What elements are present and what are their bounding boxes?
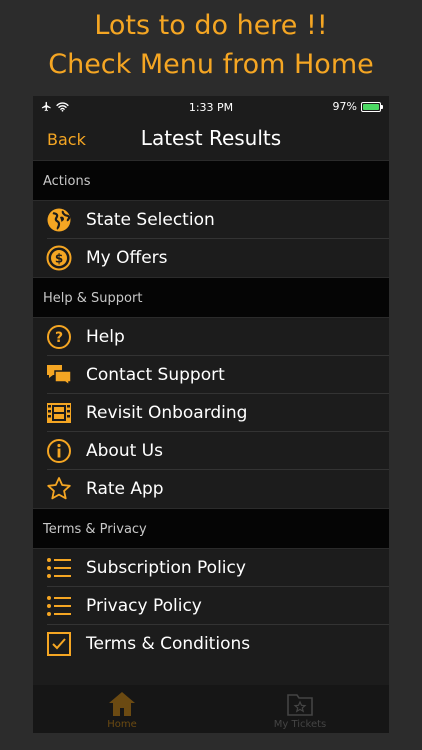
battery-percent: 97% [332, 100, 357, 113]
menu-item-label: Subscription Policy [86, 558, 246, 578]
tab-home-label: Home [107, 719, 137, 730]
menu-item-label: Privacy Policy [86, 596, 202, 616]
tab-bar: Home My Tickets [33, 667, 389, 733]
menu-item-label: About Us [86, 441, 163, 461]
menu-item-label: My Offers [86, 248, 168, 268]
globe-icon [45, 206, 73, 234]
film-strip-icon [45, 399, 73, 427]
menu-item-subscription-policy[interactable]: Subscription Policy [33, 549, 389, 587]
menu-item-privacy-policy[interactable]: Privacy Policy [33, 587, 389, 625]
svg-text:?: ? [55, 330, 63, 346]
section-header-actions: Actions [33, 160, 389, 201]
battery-icon [361, 101, 383, 112]
promo-line-2: Check Menu from Home [48, 49, 374, 80]
ticket-folder-icon [287, 694, 313, 716]
section-header-terms-privacy: Terms & Privacy [33, 508, 389, 549]
menu-item-label: Terms & Conditions [86, 634, 251, 654]
status-bar: 1:33 PM 97% [33, 96, 389, 120]
menu-item-my-offers[interactable]: $ My Offers [33, 239, 389, 277]
star-icon [45, 475, 73, 503]
menu-item-label: State Selection [86, 210, 215, 230]
menu-list: Actions State Selection $ My Offers Help… [33, 160, 389, 663]
promo-line-1: Lots to do here !! [94, 10, 328, 41]
menu-item-rate-app[interactable]: Rate App [33, 470, 389, 508]
menu-item-help[interactable]: ? Help [33, 318, 389, 356]
tab-my-tickets-label: My Tickets [273, 719, 327, 730]
svg-text:$: $ [55, 252, 63, 266]
phone-screen: 1:33 PM 97% Back Latest Results Actions … [33, 96, 389, 733]
tab-home[interactable]: Home [33, 691, 211, 730]
navigation-bar: Back Latest Results [33, 120, 389, 160]
menu-item-terms-conditions[interactable]: Terms & Conditions [33, 625, 389, 663]
list-icon [45, 554, 73, 582]
menu-item-about-us[interactable]: About Us [33, 432, 389, 470]
page-title: Latest Results [140, 126, 282, 150]
menu-item-state-selection[interactable]: State Selection [33, 201, 389, 239]
section-header-help-support: Help & Support [33, 277, 389, 318]
question-circle-icon: ? [45, 323, 73, 351]
menu-item-label: Rate App [86, 479, 164, 499]
menu-item-revisit-onboarding[interactable]: Revisit Onboarding [33, 394, 389, 432]
menu-item-label: Revisit Onboarding [86, 403, 248, 423]
menu-item-label: Contact Support [86, 365, 225, 385]
chat-bubbles-icon [45, 361, 73, 389]
home-icon [109, 692, 135, 716]
info-circle-icon [45, 437, 73, 465]
dollar-coin-icon: $ [45, 244, 73, 272]
list-icon [45, 592, 73, 620]
checkbox-icon [45, 630, 73, 658]
menu-item-label: Help [86, 327, 125, 347]
menu-item-contact-support[interactable]: Contact Support [33, 356, 389, 394]
tab-my-tickets[interactable]: My Tickets [211, 691, 389, 730]
promo-banner: Lots to do here !! Check Menu from Home [0, 6, 422, 84]
